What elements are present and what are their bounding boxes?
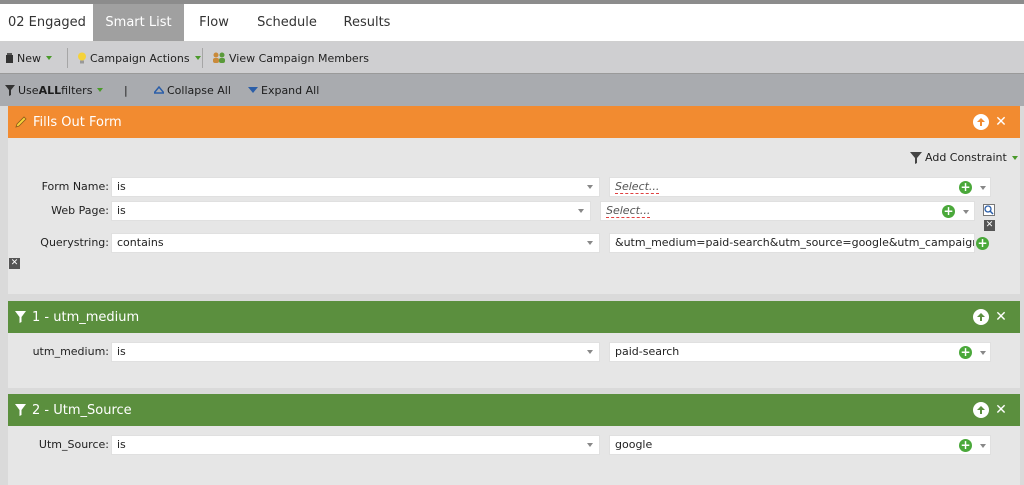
campaign-actions-button[interactable]: Campaign Actions: [77, 42, 201, 74]
value-dropdown-caret[interactable]: [980, 186, 986, 190]
view-campaign-members-button[interactable]: View Campaign Members: [212, 42, 369, 74]
view-campaign-members-label: View Campaign Members: [229, 51, 369, 65]
filter-body-utm-medium: utm_medium: is paid-search +: [8, 333, 1020, 388]
use-all-bold: ALL: [38, 83, 62, 97]
filter-header-utm-medium[interactable]: 1 - utm_medium ✕: [8, 301, 1020, 333]
expand-all-label: Expand All: [261, 83, 320, 97]
add-value-icon[interactable]: +: [942, 205, 955, 218]
collapse-all-label: Collapse All: [167, 83, 231, 97]
new-button-label: New: [17, 51, 41, 65]
main-toolbar: New Campaign Actions View Campaign Membe…: [0, 42, 1024, 74]
caret-down-icon: [587, 443, 593, 447]
filter-icon: [15, 311, 26, 323]
value-dropdown-caret[interactable]: [963, 210, 969, 214]
use-label: Use: [18, 83, 39, 97]
form-name-label: Form Name:: [41, 180, 109, 193]
utm-medium-label: utm_medium:: [32, 345, 109, 358]
filter-icon: [910, 151, 922, 164]
tab-bar: 02 Engaged Smart List Flow Schedule Resu…: [0, 0, 1024, 42]
close-icon[interactable]: ✕: [993, 309, 1009, 325]
value-dropdown-caret[interactable]: [980, 351, 986, 355]
close-icon[interactable]: ✕: [993, 402, 1009, 418]
caret-down-icon: [587, 241, 593, 245]
expand-icon: [248, 87, 258, 93]
caret-down-icon: [587, 350, 593, 354]
filter-icon: [15, 404, 26, 416]
operator-value: is: [117, 180, 126, 193]
toolbar-separator: |: [124, 83, 128, 97]
utm-source-value-field[interactable]: google: [609, 435, 991, 455]
filter-title: Fills Out Form: [33, 114, 122, 130]
filter-header-utm-source[interactable]: 2 - Utm_Source ✕: [8, 394, 1020, 426]
filter-icon: [5, 84, 15, 96]
utm-medium-operator-select[interactable]: is: [111, 342, 600, 362]
add-value-icon[interactable]: +: [959, 439, 972, 452]
operator-value: is: [117, 345, 126, 358]
web-page-operator-select[interactable]: is: [111, 201, 591, 221]
utm-medium-value-field[interactable]: paid-search: [609, 342, 991, 362]
chevron-down-icon: [194, 56, 201, 60]
form-name-value: Select...: [615, 180, 660, 194]
querystring-value-field[interactable]: &utm_medium=paid-search&utm_source=googl…: [609, 233, 975, 253]
caret-down-icon: [578, 209, 584, 213]
filters-label: filters: [61, 83, 93, 97]
members-icon: [213, 52, 225, 63]
utm-source-operator-select[interactable]: is: [111, 435, 600, 455]
operator-value: is: [117, 438, 126, 451]
remove-row-icon[interactable]: ✕: [9, 258, 20, 269]
value-dropdown-caret[interactable]: [980, 444, 986, 448]
add-constraint-button[interactable]: Add Constraint: [910, 151, 1018, 164]
web-page-label: Web Page:: [51, 204, 109, 217]
search-page-icon[interactable]: [983, 204, 995, 216]
querystring-label: Querystring:: [40, 236, 109, 249]
new-icon: [6, 53, 13, 63]
collapse-icon: [154, 86, 164, 94]
filter-body-fills-out-form: Add Constraint Form Name: is Select... +…: [8, 138, 1020, 294]
operator-value: is: [117, 204, 126, 217]
filter-header-fills-out-form[interactable]: Fills Out Form ✕: [8, 106, 1020, 138]
form-name-operator-select[interactable]: is: [111, 177, 600, 197]
filter-title: 1 - utm_medium: [32, 309, 140, 325]
tab-smart-list[interactable]: Smart List: [93, 4, 184, 42]
lightbulb-icon: [78, 52, 86, 64]
tab-schedule[interactable]: Schedule: [244, 4, 330, 42]
toolbar-divider: [202, 48, 203, 68]
use-all-filters-dropdown[interactable]: Use ALL filters: [5, 74, 104, 106]
filter-body-utm-source: Utm_Source: is google +: [8, 426, 1020, 485]
tab-results[interactable]: Results: [330, 4, 404, 42]
remove-row-icon[interactable]: ✕: [984, 220, 995, 231]
utm-medium-value: paid-search: [615, 345, 680, 358]
pencil-icon: [15, 116, 27, 128]
add-value-icon[interactable]: +: [959, 346, 972, 359]
chevron-down-icon: [46, 56, 52, 60]
filter-toolbar: Use ALL filters | Collapse All Expand Al…: [0, 74, 1024, 106]
move-up-icon[interactable]: [973, 402, 989, 418]
campaign-actions-label: Campaign Actions: [90, 51, 190, 65]
querystring-operator-select[interactable]: contains: [111, 233, 600, 253]
add-value-icon[interactable]: +: [959, 181, 972, 194]
filter-title: 2 - Utm_Source: [32, 402, 132, 418]
add-constraint-label: Add Constraint: [925, 151, 1007, 164]
chevron-down-icon: [97, 88, 104, 92]
chevron-down-icon: [1011, 155, 1018, 160]
caret-down-icon: [587, 185, 593, 189]
form-name-value-field[interactable]: Select...: [609, 177, 991, 197]
move-up-icon[interactable]: [973, 309, 989, 325]
utm-source-value: google: [615, 438, 653, 451]
operator-value: contains: [117, 236, 164, 249]
utm-source-label: Utm_Source:: [38, 438, 109, 451]
new-button[interactable]: New: [5, 42, 52, 74]
tab-program[interactable]: 02 Engaged: [0, 4, 93, 42]
toolbar-divider: [67, 48, 68, 68]
querystring-value: &utm_medium=paid-search&utm_source=googl…: [615, 236, 975, 249]
web-page-value: Select...: [606, 204, 651, 218]
move-up-icon[interactable]: [973, 114, 989, 130]
tab-flow[interactable]: Flow: [184, 4, 244, 42]
expand-all-button[interactable]: Expand All: [248, 74, 319, 106]
add-value-icon[interactable]: +: [976, 237, 989, 250]
collapse-all-button[interactable]: Collapse All: [154, 74, 231, 106]
web-page-value-field[interactable]: Select...: [600, 201, 975, 221]
close-icon[interactable]: ✕: [993, 114, 1009, 130]
